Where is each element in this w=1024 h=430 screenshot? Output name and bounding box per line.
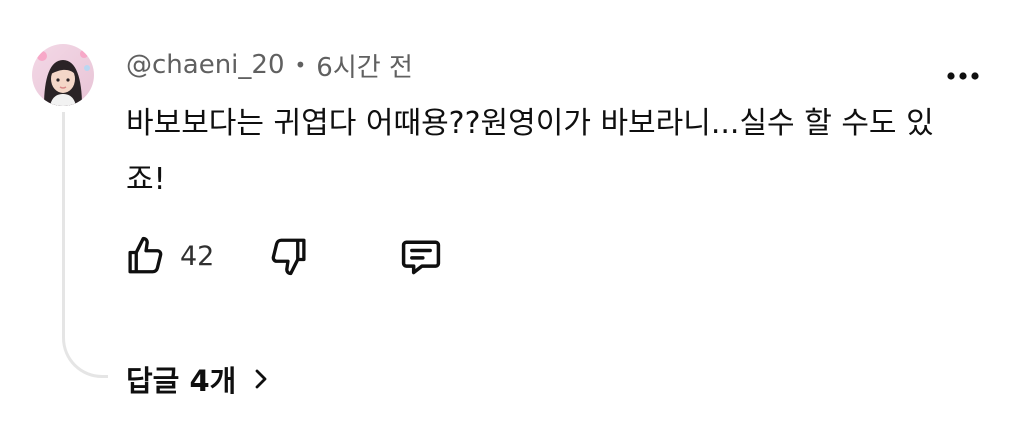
like-count: 42 xyxy=(180,240,215,272)
view-replies-button[interactable]: 답글 4개 xyxy=(126,356,270,402)
replies-count-label: 답글 4개 xyxy=(126,364,237,398)
meta-separator: • xyxy=(294,53,307,77)
thumbs-down-icon xyxy=(271,238,306,276)
comment-reply-icon xyxy=(401,240,441,275)
comment-meta: @chaeni_20 • 6시간 전 xyxy=(126,48,413,83)
comment-body: 바보보다는 귀엽다 어때용??원영이가 바보라니...실수 할 수도 있죠! xyxy=(126,106,934,197)
reply-thread-line xyxy=(62,112,108,378)
chevron-right-icon xyxy=(252,367,270,391)
comment-timestamp: 6시간 전 xyxy=(316,52,413,83)
avatar-image xyxy=(32,44,94,106)
like-button[interactable]: 42 xyxy=(124,232,214,280)
author-handle[interactable]: @chaeni_20 xyxy=(126,50,285,80)
more-options-button[interactable] xyxy=(936,58,990,94)
dislike-button[interactable] xyxy=(268,232,310,280)
author-avatar[interactable] xyxy=(32,44,94,106)
reply-button[interactable] xyxy=(398,232,444,280)
thumbs-up-icon xyxy=(128,236,163,274)
more-vertical-dots-icon xyxy=(947,72,979,80)
